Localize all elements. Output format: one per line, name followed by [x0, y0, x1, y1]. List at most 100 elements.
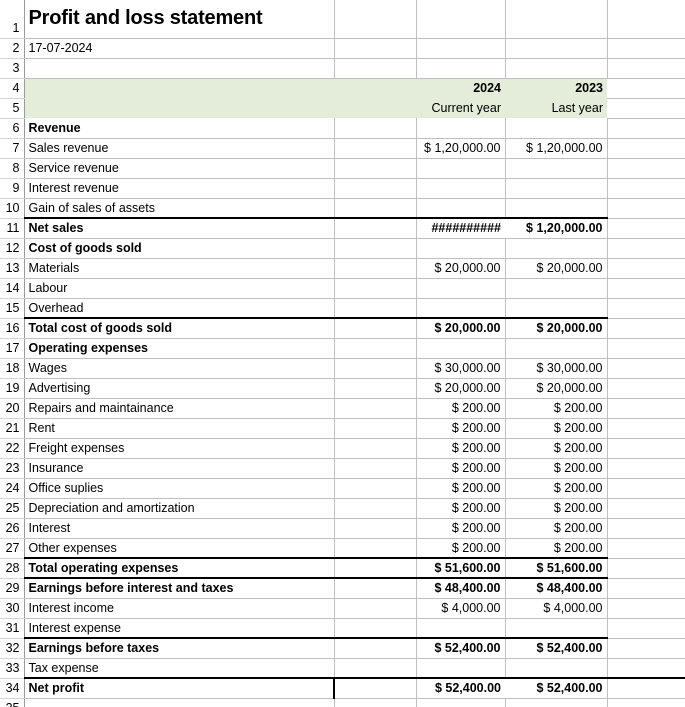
- cell-e-row-19[interactable]: [607, 378, 685, 399]
- cell-label-row-11[interactable]: Net sales: [24, 217, 335, 239]
- cell-e-row-32[interactable]: [607, 638, 685, 659]
- cell-label-row-6[interactable]: Revenue: [24, 118, 335, 139]
- cell-current-year-row-19[interactable]: $ 20,000.00: [416, 378, 506, 399]
- cell-current-year-row-1[interactable]: [416, 0, 506, 39]
- cell-prior-year-row-9[interactable]: [505, 178, 608, 199]
- cell-prior-year-row-20[interactable]: $ 200.00: [505, 398, 608, 419]
- cell-e-row-3[interactable]: [607, 58, 685, 79]
- cell-current-year-row-31[interactable]: [416, 618, 506, 639]
- cell-b-row-18[interactable]: [334, 358, 417, 379]
- cell-e-row-26[interactable]: [607, 518, 685, 539]
- row-header-11[interactable]: 11: [0, 218, 25, 239]
- cell-prior-year-row-8[interactable]: [505, 158, 608, 179]
- cell-prior-year-row-5[interactable]: Last year: [505, 98, 607, 118]
- cell-b-row-1[interactable]: [334, 0, 417, 39]
- row-header-34[interactable]: 34: [0, 678, 25, 699]
- cell-e-row-23[interactable]: [607, 458, 685, 479]
- cell-label-row-28[interactable]: Total operating expenses: [24, 557, 335, 579]
- cell-b-row-29[interactable]: [334, 577, 417, 599]
- cell-e-row-25[interactable]: [607, 498, 685, 519]
- cell-label-row-17[interactable]: Operating expenses: [24, 338, 335, 359]
- cell-current-year-row-12[interactable]: [416, 238, 506, 259]
- cell-b-row-22[interactable]: [334, 438, 417, 459]
- cell-label-row-5[interactable]: [24, 98, 334, 118]
- cell-current-year-row-35[interactable]: [416, 698, 506, 707]
- cell-label-row-13[interactable]: Materials: [24, 258, 335, 279]
- cell-e-row-20[interactable]: [607, 398, 685, 419]
- cell-current-year-row-29[interactable]: $ 48,400.00: [416, 577, 506, 599]
- cell-label-row-22[interactable]: Freight expenses: [24, 438, 335, 459]
- cell-e-row-8[interactable]: [607, 158, 685, 179]
- cell-b-row-20[interactable]: [334, 398, 417, 419]
- cell-label-row-15[interactable]: Overhead: [24, 298, 335, 319]
- cell-prior-year-row-13[interactable]: $ 20,000.00: [505, 258, 608, 279]
- cell-current-year-row-34[interactable]: $ 52,400.00: [416, 677, 505, 699]
- cell-prior-year-row-3[interactable]: [505, 58, 608, 79]
- cell-label-row-25[interactable]: Depreciation and amortization: [24, 498, 335, 519]
- row-header-30[interactable]: 30: [0, 598, 25, 619]
- row-header-16[interactable]: 16: [0, 318, 25, 339]
- row-header-13[interactable]: 13: [0, 258, 25, 279]
- cell-e-row-9[interactable]: [607, 178, 685, 199]
- cell-b-row-24[interactable]: [334, 478, 417, 499]
- cell-prior-year-row-18[interactable]: $ 30,000.00: [505, 358, 608, 379]
- row-header-33[interactable]: 33: [0, 658, 25, 679]
- row-header-21[interactable]: 21: [0, 418, 25, 439]
- cell-b-row-19[interactable]: [334, 378, 417, 399]
- row-header-5[interactable]: 5: [0, 98, 25, 119]
- cell-label-row-30[interactable]: Interest income: [24, 598, 335, 619]
- cell-current-year-row-21[interactable]: $ 200.00: [416, 418, 506, 439]
- cell-e-row-24[interactable]: [607, 478, 685, 499]
- cell-b-row-4[interactable]: [334, 78, 416, 98]
- cell-e-row-28[interactable]: [607, 558, 685, 579]
- cell-e-row-13[interactable]: [607, 258, 685, 279]
- row-header-19[interactable]: 19: [0, 378, 25, 399]
- cell-label-row-4[interactable]: [24, 78, 334, 98]
- cell-e-row-5[interactable]: [607, 98, 685, 119]
- row-header-14[interactable]: 14: [0, 278, 25, 299]
- cell-b-row-23[interactable]: [334, 458, 417, 479]
- cell-b-row-27[interactable]: [334, 538, 417, 559]
- cell-e-row-27[interactable]: [607, 538, 685, 559]
- cell-prior-year-row-23[interactable]: $ 200.00: [505, 458, 608, 479]
- cell-b-row-12[interactable]: [334, 238, 417, 259]
- cell-b-row-14[interactable]: [334, 278, 417, 299]
- cell-label-row-21[interactable]: Rent: [24, 418, 335, 439]
- row-header-6[interactable]: 6: [0, 118, 25, 139]
- row-header-12[interactable]: 12: [0, 238, 25, 259]
- cell-label-row-27[interactable]: Other expenses: [24, 538, 335, 559]
- cell-current-year-row-11[interactable]: ##########: [416, 217, 505, 239]
- cell-b-row-30[interactable]: [334, 598, 417, 619]
- cell-current-year-row-20[interactable]: $ 200.00: [416, 398, 506, 419]
- cell-label-row-23[interactable]: Insurance: [24, 458, 335, 479]
- cell-b-row-10[interactable]: [334, 198, 417, 219]
- cell-current-year-row-10[interactable]: [416, 198, 506, 219]
- cell-label-row-35[interactable]: [24, 698, 335, 707]
- cell-current-year-row-24[interactable]: $ 200.00: [416, 478, 506, 499]
- cell-current-year-row-7[interactable]: $ 1,20,000.00: [416, 138, 506, 159]
- cell-b-row-15[interactable]: [334, 298, 417, 319]
- row-header-3[interactable]: 3: [0, 58, 25, 79]
- cell-prior-year-row-15[interactable]: [505, 298, 608, 319]
- row-header-20[interactable]: 20: [0, 398, 25, 419]
- cell-current-year-row-5[interactable]: Current year: [416, 98, 505, 118]
- cell-e-row-12[interactable]: [607, 238, 685, 259]
- cell-b-row-26[interactable]: [334, 518, 417, 539]
- cell-prior-year-row-31[interactable]: [505, 618, 608, 639]
- row-header-25[interactable]: 25: [0, 498, 25, 519]
- cell-e-row-4[interactable]: [607, 78, 685, 99]
- cell-label-row-19[interactable]: Advertising: [24, 378, 335, 399]
- cell-label-row-20[interactable]: Repairs and maintainance: [24, 398, 335, 419]
- cell-label-row-14[interactable]: Labour: [24, 278, 335, 299]
- cell-current-year-row-26[interactable]: $ 200.00: [416, 518, 506, 539]
- cell-e-row-6[interactable]: [607, 118, 685, 139]
- cell-label-row-8[interactable]: Service revenue: [24, 158, 335, 179]
- cell-label-row-9[interactable]: Interest revenue: [24, 178, 335, 199]
- row-header-2[interactable]: 2: [0, 38, 25, 59]
- cell-e-row-22[interactable]: [607, 438, 685, 459]
- cell-b-row-32[interactable]: [334, 637, 417, 659]
- cell-e-row-31[interactable]: [607, 618, 685, 639]
- cell-current-year-row-30[interactable]: $ 4,000.00: [416, 598, 506, 619]
- cell-b-row-8[interactable]: [334, 158, 417, 179]
- cell-e-row-29[interactable]: [607, 578, 685, 599]
